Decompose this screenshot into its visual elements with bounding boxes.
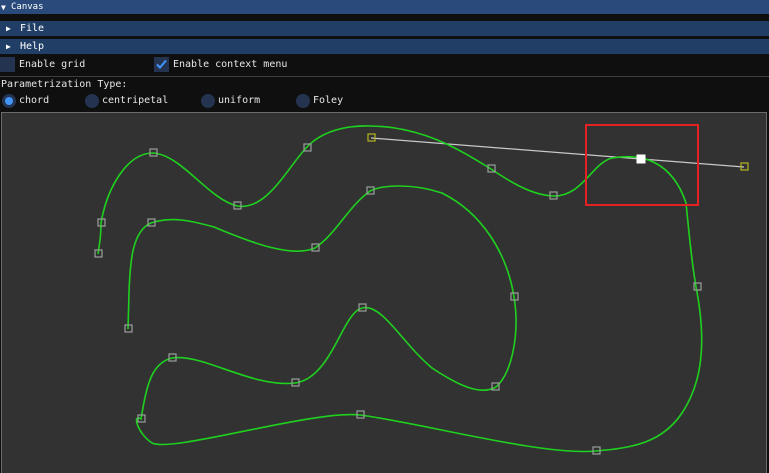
- drawing-canvas[interactable]: [1, 112, 767, 473]
- spline-curve[interactable]: [97, 125, 703, 453]
- tangent-line: [370, 137, 745, 168]
- file-menu-label: File: [20, 23, 45, 34]
- canvas-window: ▼ Canvas ▶ File ▶ Help Enable grid Enabl…: [0, 0, 769, 473]
- radio-centripetal-label: centripetal: [102, 95, 169, 106]
- file-menu-header[interactable]: ▶ File: [0, 21, 769, 36]
- help-menu-header[interactable]: ▶ Help: [0, 39, 769, 54]
- checkmark-icon: [156, 59, 167, 69]
- radio-foley-label: Foley: [313, 95, 344, 106]
- options-row: Enable grid Enable context menu: [0, 57, 769, 74]
- enable-context-menu-label: Enable context menu: [173, 59, 288, 70]
- spline-drawing: [94, 124, 749, 455]
- window-title: Canvas: [11, 2, 44, 12]
- parametrization-type-label: Parametrization Type:: [1, 79, 128, 90]
- radio-centripetal[interactable]: [85, 94, 99, 108]
- control-points: [94, 133, 749, 455]
- radio-foley[interactable]: [296, 94, 310, 108]
- triangle-right-icon: ▶: [6, 24, 11, 33]
- separator: [0, 76, 769, 77]
- enable-context-menu-checkbox[interactable]: [154, 57, 169, 72]
- selected-point[interactable]: [636, 154, 646, 164]
- enable-grid-label: Enable grid: [19, 59, 86, 70]
- radio-uniform-label: uniform: [218, 95, 261, 106]
- help-menu-label: Help: [20, 41, 45, 52]
- radio-chord-label: chord: [19, 95, 50, 106]
- radio-chord[interactable]: [2, 94, 16, 108]
- selection-box: [585, 124, 699, 206]
- enable-grid-checkbox[interactable]: [0, 57, 15, 72]
- triangle-right-icon: ▶: [6, 42, 11, 51]
- triangle-down-icon[interactable]: ▼: [1, 3, 11, 12]
- window-title-bar[interactable]: ▼ Canvas: [0, 0, 769, 14]
- radio-uniform[interactable]: [201, 94, 215, 108]
